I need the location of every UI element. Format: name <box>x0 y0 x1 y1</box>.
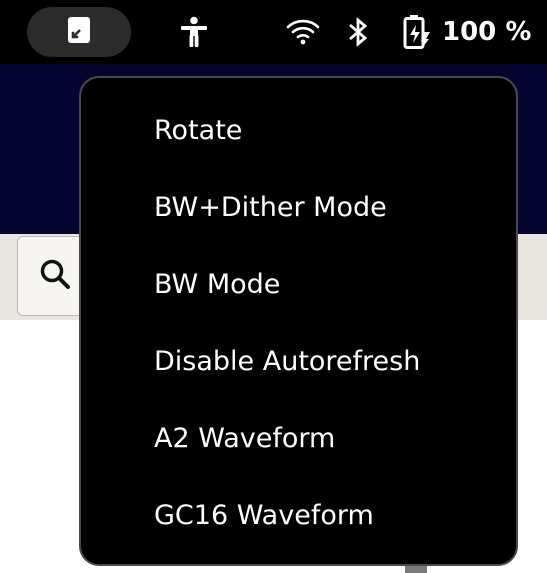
menu-item-bw-mode[interactable]: BW Mode <box>81 246 516 323</box>
accessibility-icon[interactable] <box>178 16 210 48</box>
wifi-icon <box>285 17 321 47</box>
menu-item-a2-waveform[interactable]: A2 Waveform <box>81 400 516 477</box>
status-bar: 100 % <box>0 0 547 64</box>
options-menu: Rotate BW+Dither Mode BW Mode Disable Au… <box>79 76 518 566</box>
menu-item-gc16-waveform[interactable]: GC16 Waveform <box>81 477 516 554</box>
tablet-icon <box>66 15 92 49</box>
battery-charging-icon <box>401 14 433 50</box>
bluetooth-icon <box>345 15 371 49</box>
battery-percentage: 100 % <box>442 17 532 47</box>
menu-item-disable-autorefresh[interactable]: Disable Autorefresh <box>81 323 516 400</box>
search-icon <box>38 257 72 295</box>
menu-item-rotate[interactable]: Rotate <box>81 92 516 169</box>
app-switcher-pill[interactable] <box>27 7 131 57</box>
menu-item-bw-dither-mode[interactable]: BW+Dither Mode <box>81 169 516 246</box>
screen: 100 % Rotate BW+Dither Mode BW Mode Disa… <box>0 0 547 573</box>
